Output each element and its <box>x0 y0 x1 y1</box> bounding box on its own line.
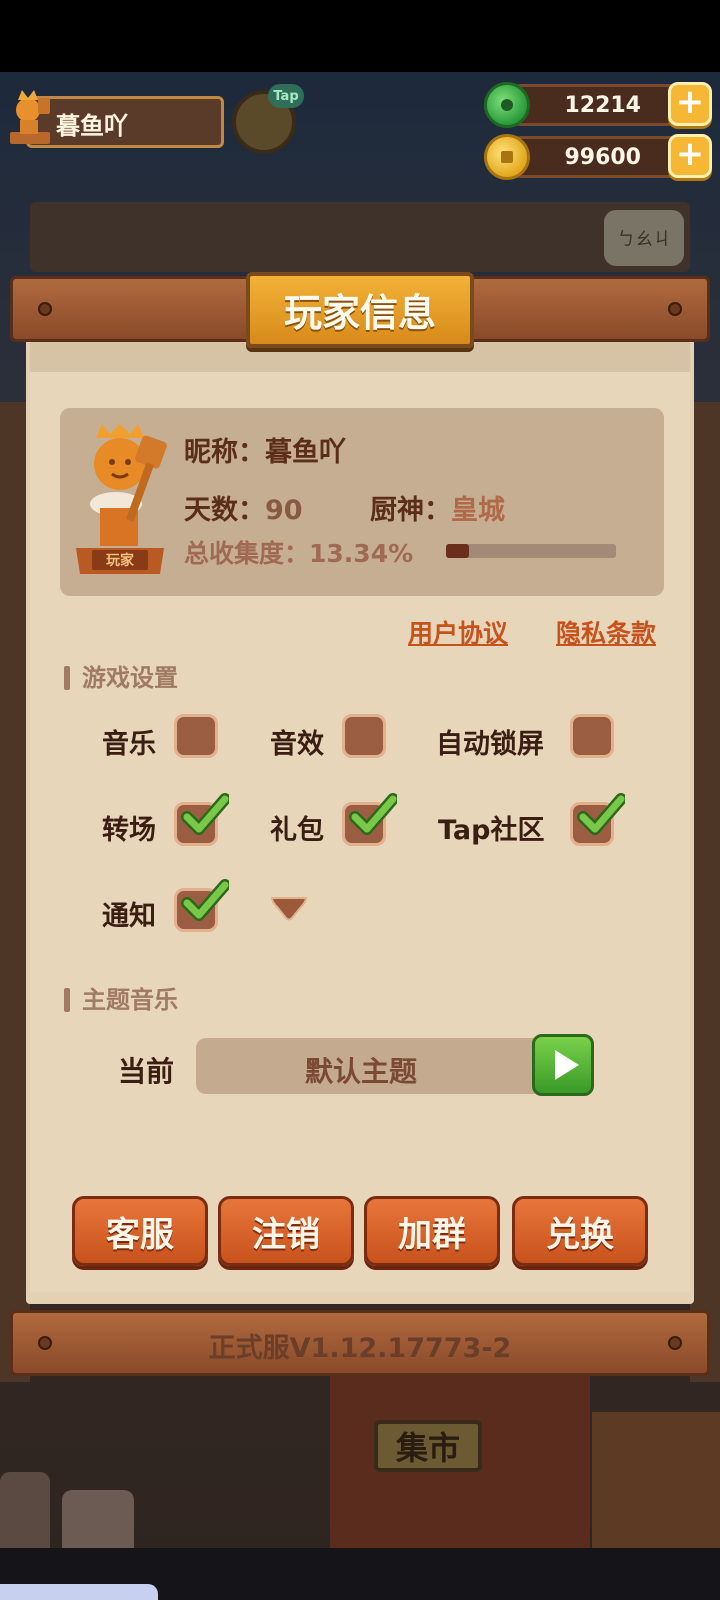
auto-lock-checkbox[interactable] <box>570 714 614 758</box>
music-checkbox[interactable] <box>174 714 218 758</box>
checkmark-icon <box>577 793 625 835</box>
collection-value: 13.34% <box>309 539 414 568</box>
tap-badge: Tap <box>268 84 304 108</box>
chef-god-label: 厨神： <box>370 495 451 526</box>
collection-label: 总收集度： <box>184 539 310 568</box>
jade-icon <box>484 82 530 128</box>
current-theme-name: 默认主题 <box>304 1055 417 1088</box>
player-statue-mini-icon <box>10 90 50 144</box>
setting-label-auto-lock: 自动锁屏 <box>436 729 544 760</box>
background-shelf <box>30 202 690 272</box>
nickname-label: 昵称： <box>184 437 265 468</box>
collection-row: 总收集度：13.34% <box>184 534 413 570</box>
market-sign: 集市 <box>374 1420 482 1472</box>
add-jade-button[interactable]: + <box>668 82 712 126</box>
coin-icon <box>484 134 530 180</box>
chef-god-value: 皇城 <box>451 495 505 526</box>
nail-icon <box>38 302 52 316</box>
current-theme-label: 当前 <box>118 1055 175 1088</box>
coin-amount: 99600 <box>564 145 641 170</box>
customer-service-button[interactable]: 客服 <box>72 1196 208 1266</box>
setting-label-tap-community: Tap社区 <box>438 815 545 846</box>
setting-label-notification: 通知 <box>102 901 156 932</box>
theme-music-heading: 主题音乐 <box>64 980 178 1015</box>
home-indicator[interactable] <box>0 1584 158 1600</box>
tap-community-checkbox[interactable] <box>570 793 625 846</box>
setting-label-music: 音乐 <box>102 729 156 760</box>
logout-button[interactable]: 注销 <box>218 1196 354 1266</box>
speech-bubble: ㄅㄠㄐ <box>604 210 684 266</box>
privacy-policy-link[interactable]: 隐私条款 <box>556 614 656 650</box>
days-row: 天数：90 <box>184 488 303 527</box>
version-label: 正式服V1.12.17773-2 <box>208 1333 512 1364</box>
background-post-right <box>690 402 720 1382</box>
setting-label-gift-pack: 礼包 <box>270 815 324 846</box>
notification-checkbox[interactable] <box>174 879 229 932</box>
nail-icon <box>668 302 682 316</box>
section-bar <box>64 666 70 690</box>
player-statue-icon: 玩家 <box>76 424 167 574</box>
join-group-button[interactable]: 加群 <box>364 1196 500 1266</box>
gift-pack-checkbox[interactable] <box>342 793 397 846</box>
checkmark-icon <box>349 793 397 835</box>
section-bar <box>64 988 70 1012</box>
nickname-value: 暮鱼吖 <box>265 437 346 468</box>
game-settings-heading: 游戏设置 <box>64 658 178 693</box>
redeem-button[interactable]: 兑换 <box>512 1196 648 1266</box>
transition-checkbox[interactable] <box>174 793 229 846</box>
collection-progress-bar <box>446 544 616 558</box>
checkmark-icon <box>181 879 229 921</box>
play-theme-button[interactable] <box>532 1034 594 1096</box>
user-agreement-link[interactable]: 用户协议 <box>408 614 508 650</box>
expand-down-icon[interactable] <box>270 896 308 922</box>
sound-effects-checkbox[interactable] <box>342 714 386 758</box>
statue-plaque-label: 玩家 <box>106 552 135 569</box>
setting-label-transition: 转场 <box>102 815 156 846</box>
chef-god-row: 厨神：皇城 <box>370 488 505 527</box>
player-name: 暮鱼吖 <box>56 112 128 140</box>
theme-music-title: 主题音乐 <box>82 986 178 1014</box>
jade-amount: 12214 <box>564 93 641 118</box>
days-label: 天数： <box>184 495 265 526</box>
panel-title: 玩家信息 <box>283 291 436 335</box>
add-coin-button[interactable]: + <box>668 134 712 178</box>
collection-progress-fill <box>446 544 469 558</box>
game-settings-title: 游戏设置 <box>82 664 178 692</box>
days-value: 90 <box>265 495 303 526</box>
setting-label-sound-effects: 音效 <box>270 729 324 760</box>
nickname-row: 昵称：暮鱼吖 <box>184 430 346 469</box>
checkmark-icon <box>181 793 229 835</box>
